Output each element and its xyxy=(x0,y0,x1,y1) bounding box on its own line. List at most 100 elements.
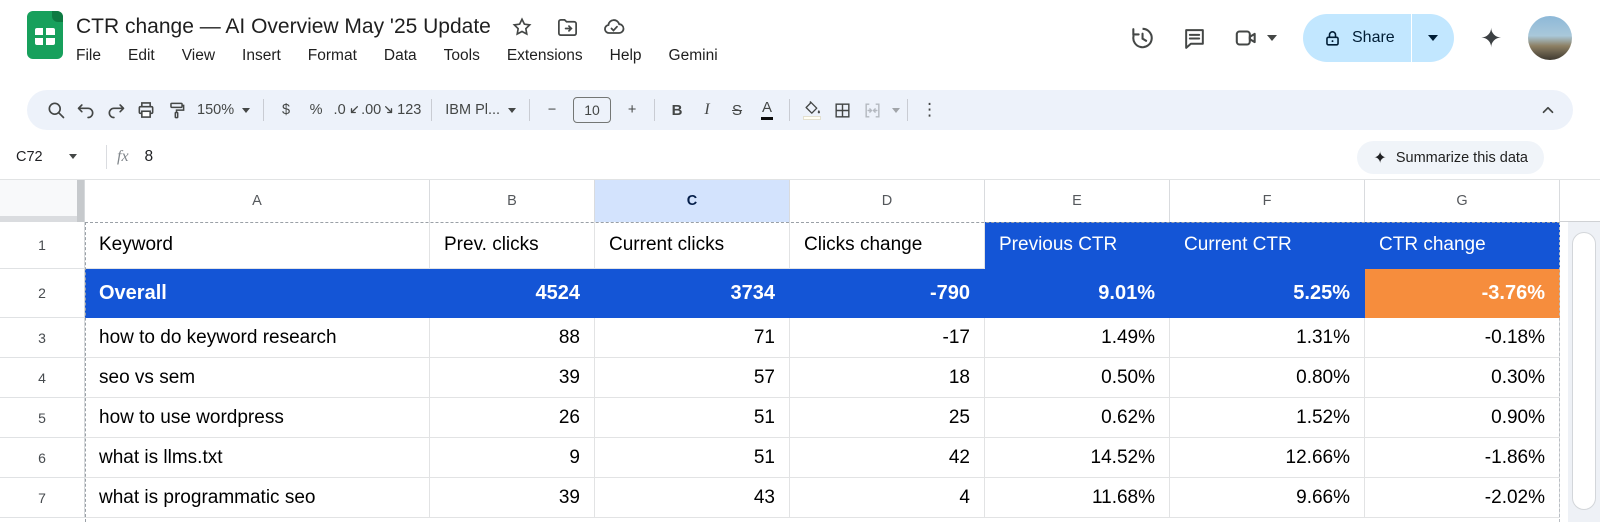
cell-B1[interactable]: Prev. clicks xyxy=(430,222,595,269)
decrease-font-size-button[interactable]: − xyxy=(537,95,567,125)
cell-G4[interactable]: 0.30% xyxy=(1365,358,1560,398)
vertical-scrollbar-thumb[interactable] xyxy=(1572,232,1596,510)
menu-extensions[interactable]: Extensions xyxy=(507,47,583,65)
cell-F1[interactable]: Current CTR xyxy=(1170,222,1365,269)
select-all-corner[interactable] xyxy=(0,180,85,222)
cell-G2[interactable]: -3.76% xyxy=(1365,269,1560,318)
cell-C1[interactable]: Current clicks xyxy=(595,222,790,269)
cell-B7[interactable]: 39 xyxy=(430,478,595,518)
sheets-logo-icon[interactable] xyxy=(27,11,63,59)
number-format-button[interactable]: 123 xyxy=(394,95,424,125)
row-header-7[interactable]: 7 xyxy=(0,478,85,518)
menu-file[interactable]: File xyxy=(76,47,101,65)
cell-B6[interactable]: 9 xyxy=(430,438,595,478)
name-box[interactable]: C72 xyxy=(0,149,96,165)
redo-icon[interactable] xyxy=(101,95,131,125)
row-header-4[interactable]: 4 xyxy=(0,358,85,398)
move-to-folder-icon[interactable] xyxy=(555,14,581,40)
avatar[interactable] xyxy=(1528,16,1572,60)
cell-D3[interactable]: -17 xyxy=(790,318,985,358)
cell-C7[interactable]: 43 xyxy=(595,478,790,518)
cell-D2[interactable]: -790 xyxy=(790,269,985,318)
search-icon[interactable] xyxy=(41,95,71,125)
print-icon[interactable] xyxy=(131,95,161,125)
cell-F3[interactable]: 1.31% xyxy=(1170,318,1365,358)
cell-A1[interactable]: Keyword xyxy=(85,222,430,269)
cell-A2[interactable]: Overall xyxy=(85,269,430,318)
cell-D1[interactable]: Clicks change xyxy=(790,222,985,269)
cloud-saved-icon[interactable] xyxy=(601,14,627,40)
italic-button[interactable]: I xyxy=(692,95,722,125)
menu-view[interactable]: View xyxy=(182,47,215,65)
decrease-decimal-button[interactable]: .0 xyxy=(331,95,361,125)
column-header-E[interactable]: E xyxy=(985,180,1170,222)
share-button[interactable]: Share xyxy=(1303,14,1454,62)
cell-C6[interactable]: 51 xyxy=(595,438,790,478)
text-color-button[interactable]: A xyxy=(752,95,782,125)
row-header-5[interactable]: 5 xyxy=(0,398,85,438)
cell-E7[interactable]: 11.68% xyxy=(985,478,1170,518)
column-header-B[interactable]: B xyxy=(430,180,595,222)
fill-color-button[interactable] xyxy=(797,95,827,125)
menu-edit[interactable]: Edit xyxy=(128,47,155,65)
cell-E4[interactable]: 0.50% xyxy=(985,358,1170,398)
cell-G6[interactable]: -1.86% xyxy=(1365,438,1560,478)
cell-A3[interactable]: how to do keyword research xyxy=(85,318,430,358)
version-history-icon[interactable] xyxy=(1129,25,1155,51)
cell-F7[interactable]: 9.66% xyxy=(1170,478,1365,518)
menu-format[interactable]: Format xyxy=(308,47,357,65)
format-currency-button[interactable]: $ xyxy=(271,95,301,125)
undo-icon[interactable] xyxy=(71,95,101,125)
column-header-D[interactable]: D xyxy=(790,180,985,222)
cell-A7[interactable]: what is programmatic seo xyxy=(85,478,430,518)
meet-dropdown-caret-icon[interactable] xyxy=(1267,35,1277,41)
cell-B4[interactable]: 39 xyxy=(430,358,595,398)
increase-decimal-button[interactable]: .00 xyxy=(361,95,394,125)
cell-E5[interactable]: 0.62% xyxy=(985,398,1170,438)
font-select[interactable]: IBM Pl... xyxy=(439,95,522,125)
bold-button[interactable]: B xyxy=(662,95,692,125)
cell-C3[interactable]: 71 xyxy=(595,318,790,358)
comments-icon[interactable] xyxy=(1181,25,1207,51)
meet-video-icon[interactable] xyxy=(1233,25,1259,51)
cell-G5[interactable]: 0.90% xyxy=(1365,398,1560,438)
document-title[interactable]: CTR change — AI Overview May '25 Update xyxy=(76,15,491,39)
increase-font-size-button[interactable]: + xyxy=(617,95,647,125)
paint-format-icon[interactable] xyxy=(161,95,191,125)
star-icon[interactable] xyxy=(509,14,535,40)
borders-button[interactable] xyxy=(827,95,857,125)
menu-gemini[interactable]: Gemini xyxy=(669,47,718,65)
summarize-data-button[interactable]: ✦ Summarize this data xyxy=(1357,141,1544,174)
cell-A6[interactable]: what is llms.txt xyxy=(85,438,430,478)
cell-E2[interactable]: 9.01% xyxy=(985,269,1170,318)
menu-insert[interactable]: Insert xyxy=(242,47,281,65)
cell-C2[interactable]: 3734 xyxy=(595,269,790,318)
cell-G3[interactable]: -0.18% xyxy=(1365,318,1560,358)
font-size-input[interactable]: 10 xyxy=(573,97,611,123)
cell-C4[interactable]: 57 xyxy=(595,358,790,398)
cell-F2[interactable]: 5.25% xyxy=(1170,269,1365,318)
row-header-3[interactable]: 3 xyxy=(0,318,85,358)
formula-input[interactable]: 8 xyxy=(145,148,154,166)
cell-F5[interactable]: 1.52% xyxy=(1170,398,1365,438)
cell-E1[interactable]: Previous CTR xyxy=(985,222,1170,269)
gemini-sparkle-icon[interactable]: ✦ xyxy=(1480,25,1502,51)
cell-F6[interactable]: 12.66% xyxy=(1170,438,1365,478)
column-header-A[interactable]: A xyxy=(85,180,430,222)
menu-help[interactable]: Help xyxy=(610,47,642,65)
cell-E6[interactable]: 14.52% xyxy=(985,438,1170,478)
column-header-F[interactable]: F xyxy=(1170,180,1365,222)
cell-B3[interactable]: 88 xyxy=(430,318,595,358)
collapse-toolbar-icon[interactable] xyxy=(1533,95,1563,125)
menu-tools[interactable]: Tools xyxy=(444,47,480,65)
cell-B5[interactable]: 26 xyxy=(430,398,595,438)
column-header-G[interactable]: G xyxy=(1365,180,1560,222)
cell-A4[interactable]: seo vs sem xyxy=(85,358,430,398)
cell-D4[interactable]: 18 xyxy=(790,358,985,398)
more-toolbar-button[interactable]: ⋮ xyxy=(915,95,945,125)
share-dropdown-button[interactable] xyxy=(1412,14,1454,62)
cell-A5[interactable]: how to use wordpress xyxy=(85,398,430,438)
row-header-1[interactable]: 1 xyxy=(0,222,85,269)
column-header-C[interactable]: C xyxy=(595,180,790,222)
cell-E3[interactable]: 1.49% xyxy=(985,318,1170,358)
